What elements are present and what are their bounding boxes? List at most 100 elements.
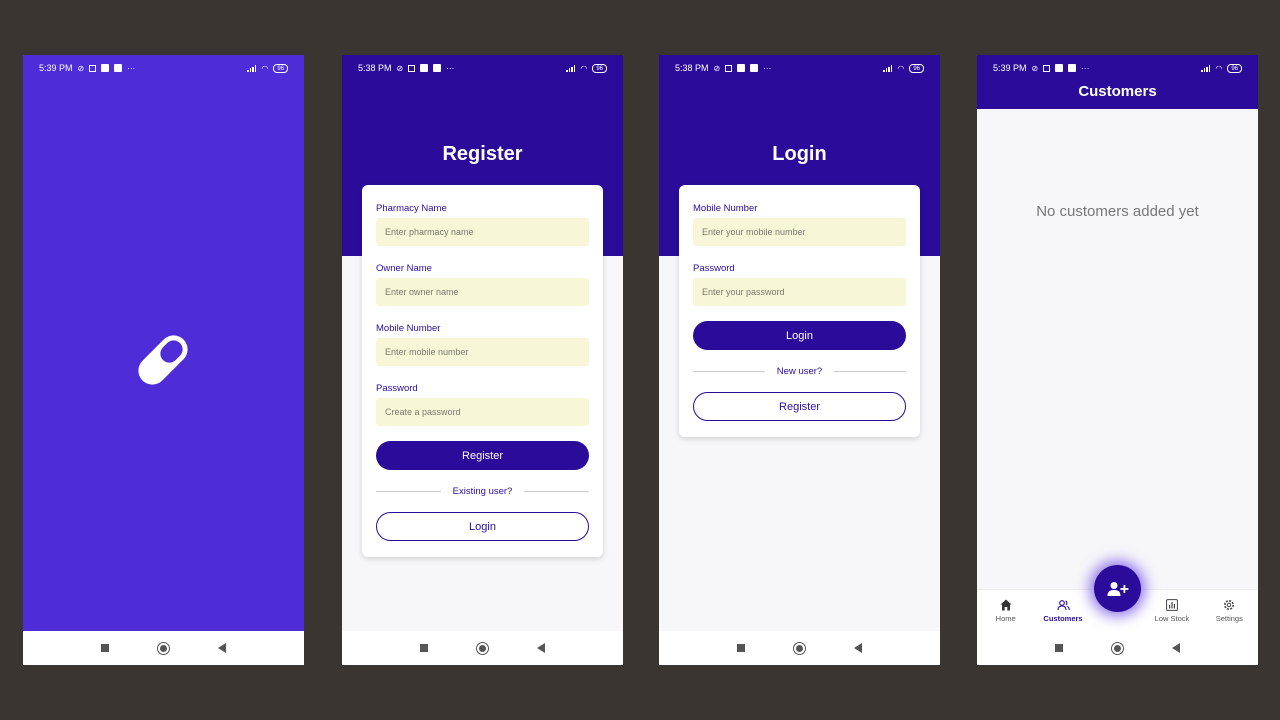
mobile-number-label: Mobile Number (693, 203, 758, 214)
owner-name-input[interactable] (376, 278, 589, 306)
app-notification-icon (101, 64, 110, 72)
users-icon (1056, 598, 1070, 612)
wifi-icon: ◠ (580, 63, 588, 73)
owner-name-label: Owner Name (376, 263, 432, 274)
divider-line (834, 371, 907, 372)
recents-button[interactable] (737, 644, 745, 652)
notification-icon (725, 64, 733, 72)
back-button[interactable] (218, 643, 226, 653)
notification-icon (1043, 64, 1051, 72)
wifi-icon: ◠ (897, 63, 905, 73)
wifi-icon: ◠ (261, 63, 269, 73)
more-notifications-icon: ··· (127, 63, 136, 73)
more-notifications-icon: ··· (1081, 63, 1090, 73)
battery-icon: 96 (592, 63, 607, 73)
app-notification-icon (737, 64, 746, 72)
notification-icon (408, 64, 416, 72)
tab-home[interactable]: Home (977, 598, 1034, 623)
register-form: Pharmacy Name Owner Name Mobile Number P… (362, 185, 603, 557)
app-notification-icon (1055, 64, 1064, 72)
recents-button[interactable] (1055, 644, 1063, 652)
divider: Existing user? (376, 486, 590, 497)
add-customer-button[interactable] (1094, 565, 1141, 612)
login-button[interactable]: Login (376, 512, 589, 541)
gear-icon (1222, 598, 1236, 612)
login-button[interactable]: Login (693, 321, 906, 350)
tab-low-stock[interactable]: Low Stock (1143, 598, 1200, 623)
pharmacy-name-input[interactable] (376, 218, 589, 246)
tab-label: Settings (1215, 614, 1243, 623)
recents-button[interactable] (101, 644, 109, 652)
signal-icon (247, 64, 257, 72)
status-time: 5:39 PM (993, 63, 1027, 73)
pill-icon (130, 327, 196, 393)
login-form: Mobile Number Password Login New user? R… (679, 185, 920, 437)
home-icon (999, 598, 1013, 612)
recents-button[interactable] (420, 644, 428, 652)
divider-line (376, 491, 441, 492)
register-button[interactable]: Register (693, 392, 906, 421)
signal-icon (1201, 64, 1211, 72)
register-screen: 5:38 PM ⊘ ··· ◠ 96 Register Pharmacy Nam… (342, 55, 623, 665)
status-bar: 5:38 PM ⊘ ··· ◠ 96 (342, 55, 623, 81)
tab-label: Low Stock (1154, 614, 1190, 623)
battery-icon: 96 (1227, 63, 1242, 73)
password-label: Password (693, 263, 735, 274)
back-button[interactable] (537, 643, 545, 653)
mobile-number-label: Mobile Number (376, 323, 441, 334)
app-notification-icon (114, 64, 123, 72)
divider-text: Existing user? (452, 486, 513, 497)
more-notifications-icon: ··· (446, 63, 455, 73)
password-input[interactable] (693, 278, 906, 306)
home-button[interactable] (157, 641, 170, 655)
add-user-icon (1107, 581, 1128, 596)
password-label: Password (376, 383, 418, 394)
status-bar: 5:38 PM ⊘ ··· ◠ 96 (659, 55, 940, 81)
alarm-off-icon: ⊘ (1031, 63, 1039, 73)
system-nav-bar (659, 631, 940, 665)
splash-screen: 5:39 PM ⊘ ··· ◠ 96 (23, 55, 304, 665)
mobile-number-input[interactable] (693, 218, 906, 246)
home-button[interactable] (476, 641, 489, 655)
empty-state-message: No customers added yet (1036, 203, 1199, 220)
page-title: Customers (1078, 83, 1157, 100)
system-nav-bar (977, 631, 1258, 665)
home-button[interactable] (793, 641, 806, 655)
customers-screen: 5:39 PM ⊘ ··· ◠ 96 Customers No customer… (977, 55, 1258, 665)
divider-line (524, 491, 590, 492)
status-time: 5:38 PM (358, 63, 392, 73)
signal-icon (566, 64, 576, 72)
app-notification-icon (1068, 64, 1077, 72)
app-notification-icon (750, 64, 759, 72)
tab-label: Customers (1043, 614, 1083, 623)
alarm-off-icon: ⊘ (713, 63, 721, 73)
page-title: Register (442, 143, 523, 165)
back-button[interactable] (854, 643, 862, 653)
divider: New user? (693, 366, 907, 377)
home-button[interactable] (1111, 641, 1124, 655)
tab-settings[interactable]: Settings (1201, 598, 1258, 623)
alarm-off-icon: ⊘ (77, 63, 85, 73)
status-bar: 5:39 PM ⊘ ··· ◠ 96 (23, 55, 304, 81)
app-notification-icon (420, 64, 429, 72)
chart-icon (1165, 598, 1179, 612)
notification-icon (89, 64, 97, 72)
wifi-icon: ◠ (1215, 63, 1223, 73)
alarm-off-icon: ⊘ (396, 63, 404, 73)
register-button[interactable]: Register (376, 441, 589, 470)
battery-icon: 96 (909, 63, 924, 73)
divider-text: New user? (776, 366, 823, 377)
mobile-number-input[interactable] (376, 338, 589, 366)
status-bar: 5:39 PM ⊘ ··· ◠ 96 (977, 55, 1258, 81)
status-time: 5:39 PM (39, 63, 73, 73)
signal-icon (883, 64, 893, 72)
system-nav-bar (23, 631, 304, 665)
login-screen: 5:38 PM ⊘ ··· ◠ 96 Login Mobile Number P… (659, 55, 940, 665)
app-notification-icon (433, 64, 442, 72)
battery-icon: 96 (273, 63, 288, 73)
pharmacy-name-label: Pharmacy Name (376, 203, 447, 214)
tab-customers[interactable]: Customers (1034, 598, 1091, 623)
password-input[interactable] (376, 398, 589, 426)
tab-label: Home (995, 614, 1016, 623)
back-button[interactable] (1172, 643, 1180, 653)
